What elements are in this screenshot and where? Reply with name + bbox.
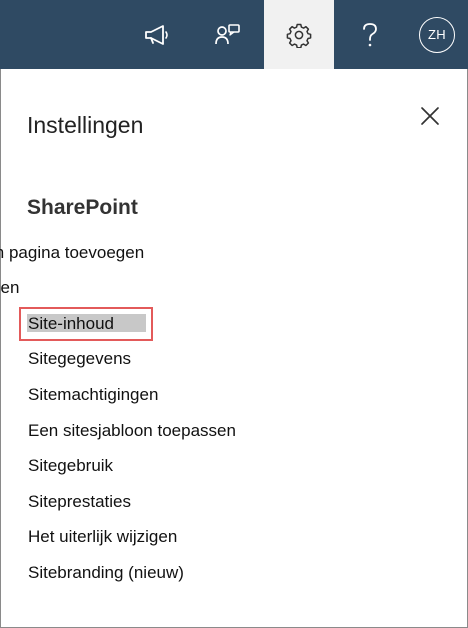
menu-item-site-permissions[interactable]: Sitemachtigingen — [28, 385, 158, 405]
help-icon — [363, 22, 377, 46]
section-title-sharepoint: SharePoint — [27, 196, 138, 219]
menu-item-site-usage[interactable]: Sitegebruik — [28, 456, 113, 476]
feedback-icon — [215, 23, 240, 44]
megaphone-icon — [145, 24, 168, 45]
menu-item-label: Een pagina toevoegen — [0, 243, 145, 262]
settings-button[interactable] — [264, 0, 334, 69]
menu-item-label: Een app toevoegen — [0, 278, 20, 297]
menu-item-change-look[interactable]: Het uiterlijk wijzigen — [28, 527, 177, 547]
close-button[interactable] — [416, 102, 444, 130]
close-icon — [421, 107, 439, 125]
suite-header: ZH — [0, 0, 468, 69]
menu-item-site-branding[interactable]: Sitebranding (nieuw) — [28, 563, 184, 583]
avatar: ZH — [419, 16, 455, 53]
feedback-button[interactable] — [193, 0, 263, 69]
menu-item-apply-site-template[interactable]: Een sitesjabloon toepassen — [28, 421, 236, 441]
menu-item-site-performance[interactable]: Siteprestaties — [28, 492, 131, 512]
menu-item-add-page[interactable]: Een pagina toevoegen — [0, 243, 300, 265]
menu-item-add-app[interactable]: Een app toevoegen — [0, 278, 300, 300]
panel-title: Instellingen — [27, 112, 144, 138]
help-button[interactable] — [335, 0, 405, 69]
menu-item-site-contents[interactable]: Site-inhoud — [28, 314, 114, 334]
whats-new-button[interactable] — [122, 0, 192, 69]
gear-icon — [286, 23, 312, 48]
menu-item-site-information[interactable]: Sitegegevens — [28, 349, 131, 369]
account-button[interactable]: ZH — [402, 0, 468, 69]
